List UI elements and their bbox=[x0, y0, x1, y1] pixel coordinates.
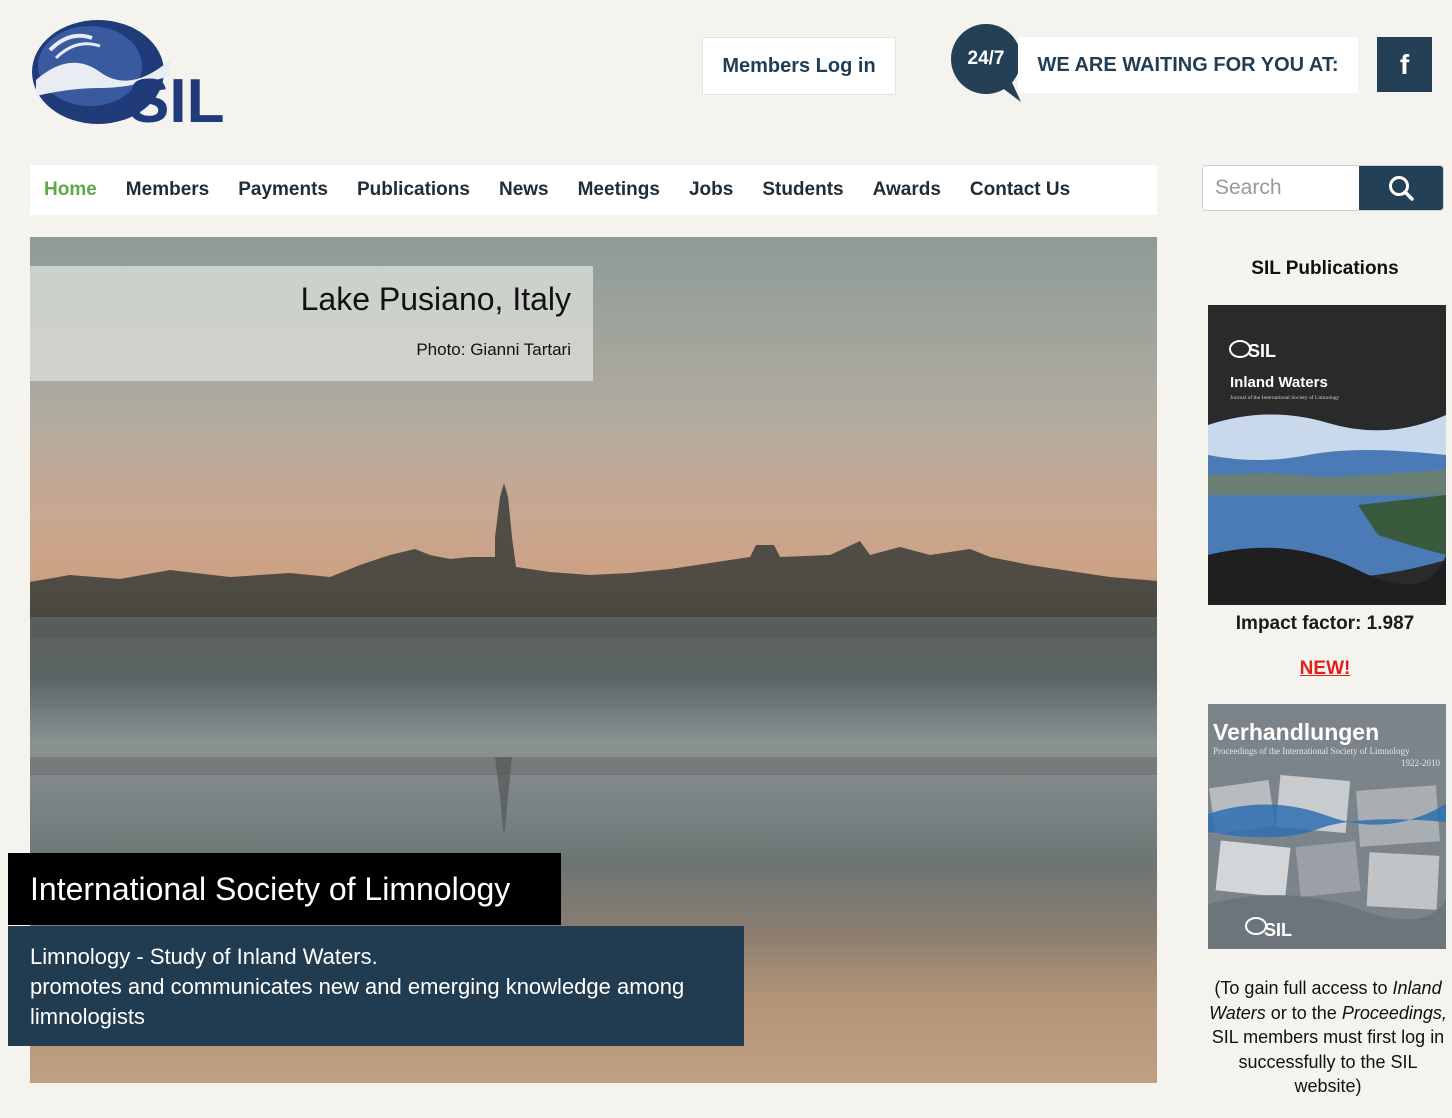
cover1-subtitle: Journal of the International Society of … bbox=[1230, 394, 1340, 401]
access-note: (To gain full access to Inland Waters or… bbox=[1208, 976, 1448, 1099]
tagline-line1: Limnology - Study of Inland Waters. bbox=[30, 944, 378, 969]
caption-credit: Photo: Gianni Tartari bbox=[416, 340, 571, 359]
photo-caption: Lake Pusiano, Italy Photo: Gianni Tartar… bbox=[30, 266, 593, 381]
nav-jobs[interactable]: Jobs bbox=[689, 179, 733, 201]
search-icon bbox=[1389, 176, 1414, 201]
search-input[interactable] bbox=[1203, 166, 1375, 210]
verhandlungen-cover[interactable]: Verhandlungen Proceedings of the Interna… bbox=[1208, 704, 1446, 949]
badge-247: 24/7 bbox=[967, 48, 1005, 69]
nav-contact-us[interactable]: Contact Us bbox=[970, 179, 1070, 201]
tagline-box: Limnology - Study of Inland Waters. prom… bbox=[8, 926, 744, 1046]
waiting-text: WE ARE WAITING FOR YOU AT: bbox=[1018, 37, 1358, 93]
impact-factor: Impact factor: 1.987 bbox=[1235, 613, 1415, 634]
nav-students[interactable]: Students bbox=[762, 179, 843, 201]
main-nav: Home Members Payments Publications News … bbox=[30, 165, 1157, 215]
new-link[interactable]: NEW! bbox=[1204, 658, 1446, 680]
search-box bbox=[1202, 165, 1444, 211]
nav-news[interactable]: News bbox=[499, 179, 549, 201]
org-name-banner: International Society of Limnology bbox=[8, 853, 561, 925]
nav-awards[interactable]: Awards bbox=[873, 179, 941, 201]
cover2-title: Verhandlungen bbox=[1213, 719, 1379, 745]
cover1-title: Inland Waters bbox=[1230, 374, 1328, 391]
tagline-line2: promotes and communicates new and emergi… bbox=[30, 974, 685, 1029]
sidebar-title: SIL Publications bbox=[1251, 258, 1399, 279]
nav-home[interactable]: Home bbox=[44, 179, 97, 201]
cover2-years: 1922-2010 bbox=[1401, 758, 1440, 768]
logo-text: SIL bbox=[128, 67, 224, 130]
nav-meetings[interactable]: Meetings bbox=[578, 179, 660, 201]
members-login-button[interactable]: Members Log in bbox=[702, 37, 896, 95]
facebook-icon[interactable]: f bbox=[1377, 37, 1432, 92]
nav-members[interactable]: Members bbox=[126, 179, 209, 201]
cover2-subtitle: Proceedings of the International Society… bbox=[1213, 746, 1410, 756]
access-prefix: (To gain full access to bbox=[1214, 978, 1388, 998]
cover1-logo: SIL bbox=[1248, 341, 1276, 361]
nav-publications[interactable]: Publications bbox=[357, 179, 470, 201]
inland-waters-cover[interactable]: SIL Inland Waters Journal of the Interna… bbox=[1208, 305, 1446, 605]
search-button[interactable] bbox=[1359, 166, 1443, 210]
caption-title: Lake Pusiano, Italy bbox=[300, 281, 571, 317]
cover2-logo: SIL bbox=[1264, 920, 1292, 940]
access-rest: SIL members must first log in successful… bbox=[1211, 1027, 1445, 1096]
access-proceedings: Proceedings, bbox=[1341, 1002, 1447, 1023]
page: SIL Members Log in 24/7 WE ARE WAITING F… bbox=[8, 10, 1452, 1118]
sil-logo[interactable]: SIL bbox=[30, 10, 260, 136]
nav-payments[interactable]: Payments bbox=[238, 179, 328, 201]
access-mid: or to the bbox=[1270, 1002, 1337, 1023]
